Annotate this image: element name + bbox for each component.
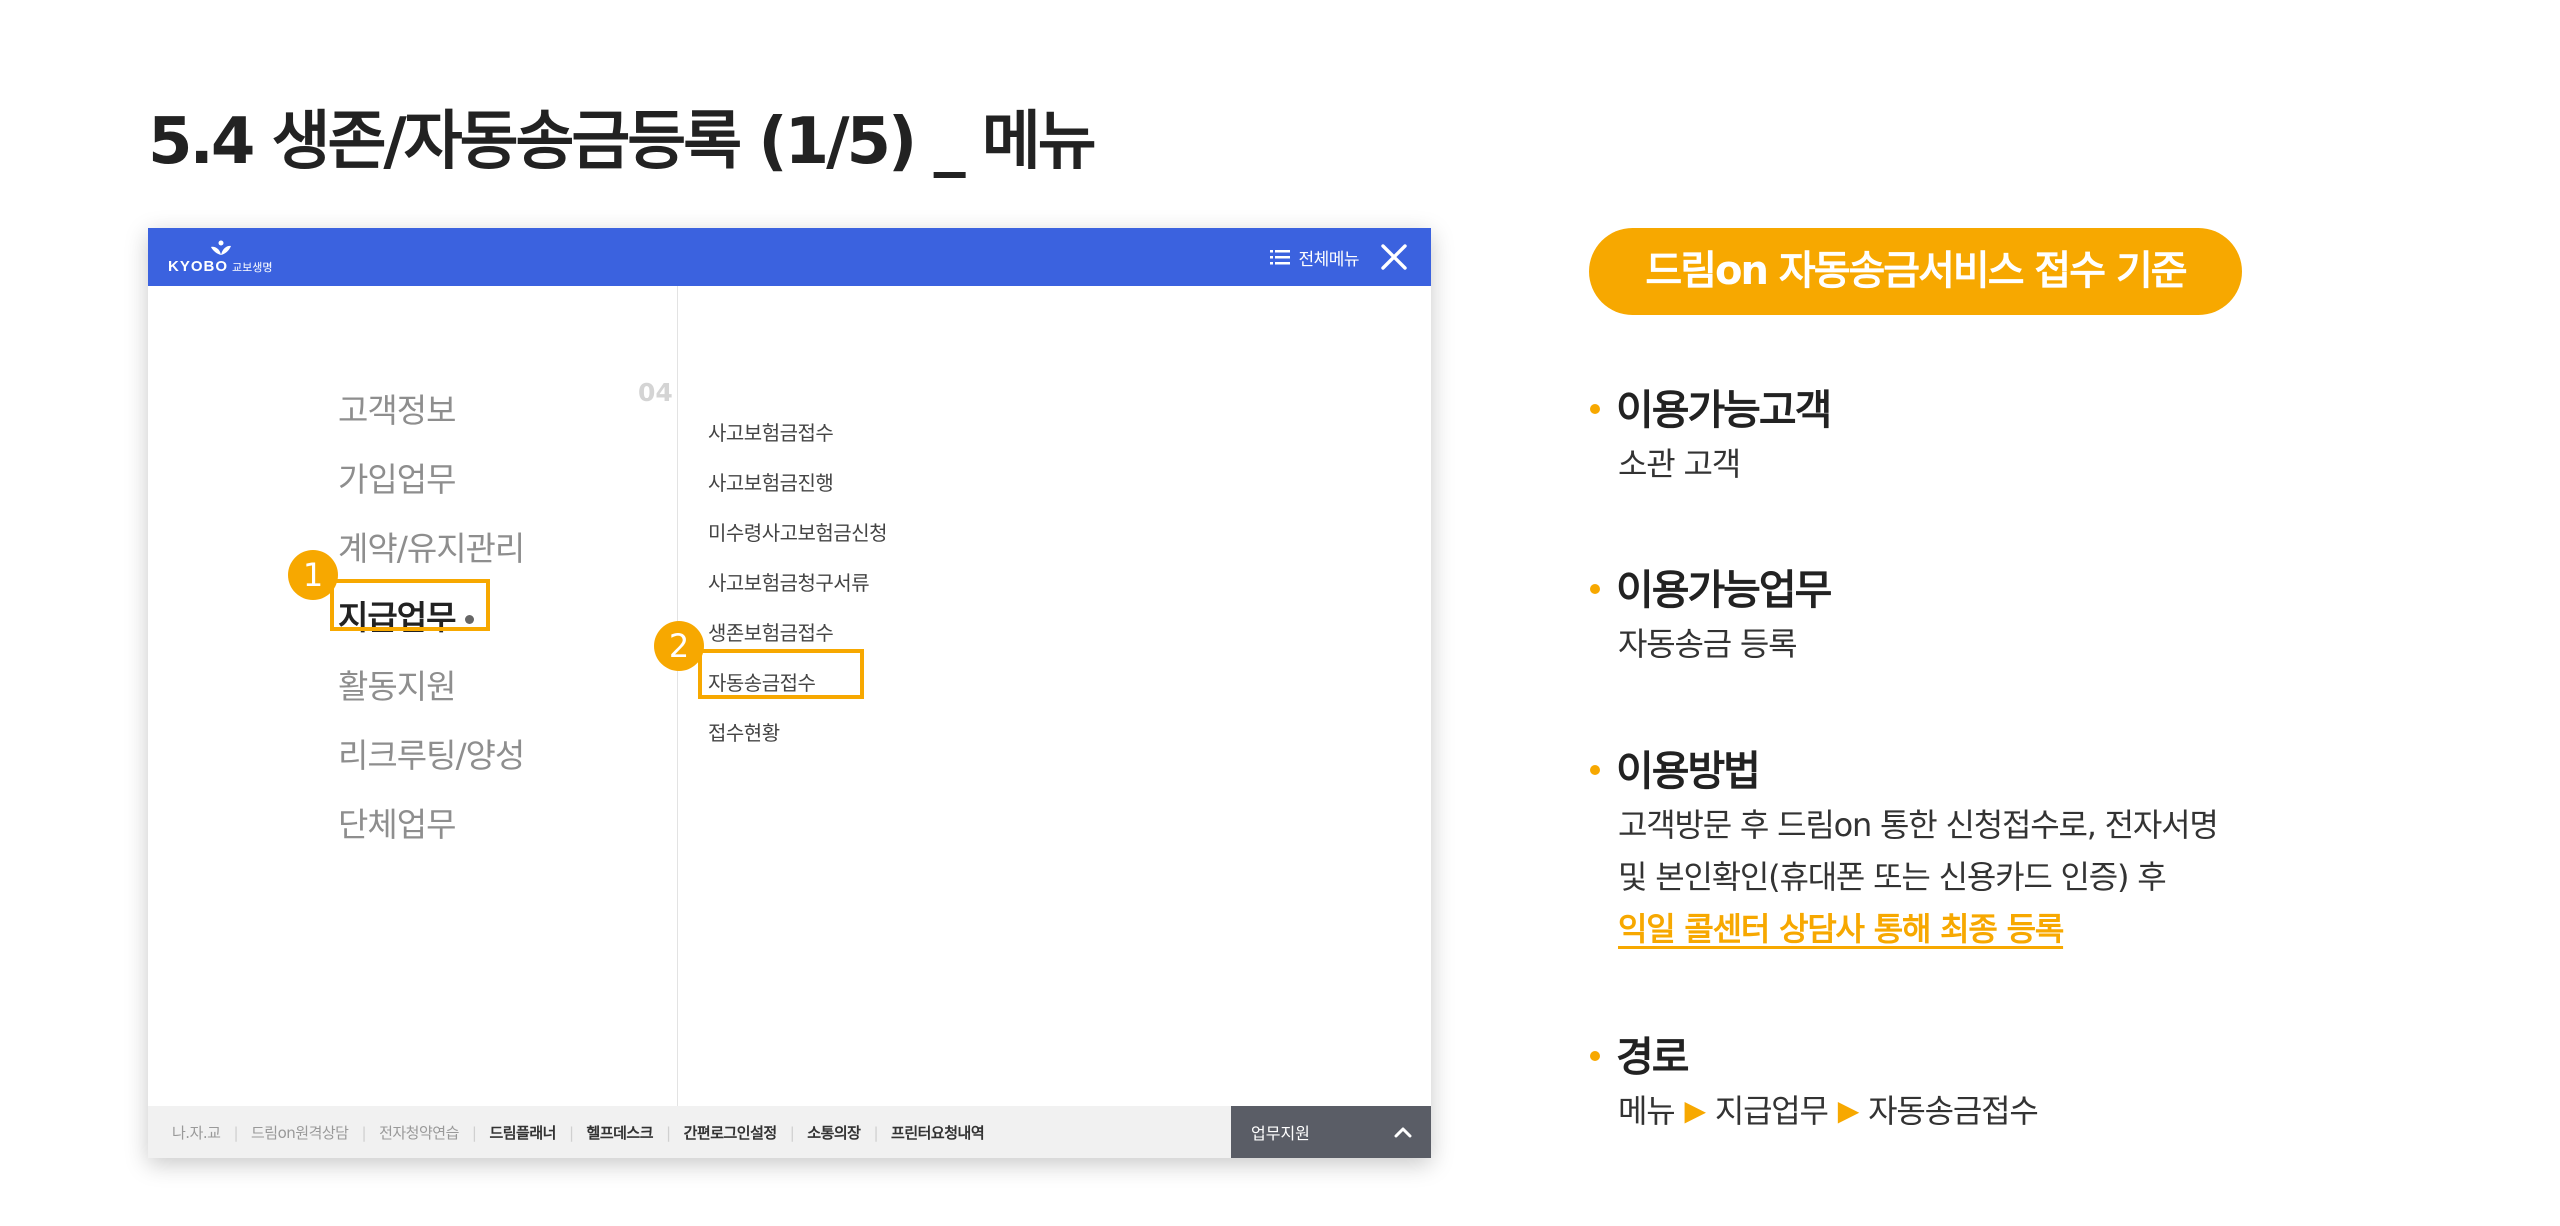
path-arrow-icon: ▶	[1684, 1094, 1706, 1127]
sub-menu-item[interactable]: 사고보험금진행	[708, 458, 887, 508]
info-text: 소관 고객	[1618, 445, 1741, 483]
footer-link[interactable]: 나.자.교	[172, 1122, 221, 1143]
footer-link[interactable]: 소통의장	[777, 1122, 861, 1143]
chevron-up-icon	[1394, 1127, 1412, 1138]
info-title: 이용방법	[1590, 743, 2218, 799]
bullet-icon	[1590, 1051, 1600, 1061]
main-menu: 고객정보 가입업무 계약/유지관리 지급업무 활동지원 리크루팅/양성 단체업무	[338, 376, 525, 859]
main-menu-item-group[interactable]: 단체업무	[338, 790, 524, 859]
slide-title: 5.4 생존/자동송금등록 (1/5) _ 메뉴	[148, 105, 1097, 179]
sub-menu-item[interactable]: 생존보험금접수	[708, 608, 887, 658]
list-icon	[1270, 250, 1291, 265]
app-header: KYOBO 교보생명 전체메뉴	[148, 228, 1431, 286]
logo-leaf-icon	[211, 240, 231, 255]
step-badge-2: 2	[654, 621, 704, 671]
info-block-task: 이용가능업무 자동송금 등록	[1590, 562, 1832, 670]
main-menu-item-payment-label: 지급업무	[338, 598, 456, 637]
sub-menu: 사고보험금접수 사고보험금진행 미수령사고보험금신청 사고보험금청구서류 생존보…	[708, 408, 888, 758]
logo-sub-text: 교보생명	[232, 262, 273, 274]
kyobo-logo[interactable]: KYOBO 교보생명	[168, 240, 298, 278]
app-window: KYOBO 교보생명 전체메뉴 04 고객정보 가입업무 계약/유지관리 지급업무…	[148, 228, 1431, 1158]
footer-link[interactable]: 헬프데스크	[556, 1122, 654, 1143]
info-block-path: 경로 메뉴 ▶ 지급업무 ▶ 자동송금접수	[1590, 1029, 2039, 1137]
footer-links: 나.자.교 드림on원격상담 전자청약연습 드림플래너 헬프데스크 간편로그인설…	[172, 1106, 985, 1158]
bullet-icon	[1590, 584, 1600, 594]
work-support-label: 업무지원	[1251, 1124, 1310, 1143]
step-badge-1: 1	[288, 550, 338, 600]
sub-menu-item[interactable]: 미수령사고보험금신청	[708, 508, 888, 558]
info-title: 이용가능고객	[1590, 382, 1832, 438]
footer-link[interactable]: 간편로그인설정	[653, 1122, 778, 1143]
menu-divider	[677, 286, 678, 1106]
criteria-title-badge: 드림on 자동송금서비스 접수 기준	[1589, 228, 2242, 315]
info-block-customer: 이용가능고객 소관 고객	[1590, 382, 1832, 490]
info-title: 경로	[1590, 1029, 2038, 1085]
bullet-icon	[1590, 404, 1600, 414]
main-menu-item-contract[interactable]: 계약/유지관리	[338, 514, 525, 583]
all-menu-label: 전체메뉴	[1298, 249, 1359, 270]
final-registration-link[interactable]: 익일 콜센터 상담사 통해 최종 등록	[1618, 903, 2218, 955]
path-step: 자동송금접수	[1868, 1092, 2039, 1130]
sub-menu-item[interactable]: 사고보험금접수	[708, 408, 887, 458]
active-dot-icon	[465, 615, 475, 624]
info-block-method: 이용방법 고객방문 후 드림on 통한 신청접수로, 전자서명 및 본인확인(휴…	[1590, 743, 2219, 955]
main-menu-item-subscription[interactable]: 가입업무	[338, 445, 524, 514]
menu-path: 메뉴 ▶ 지급업무 ▶ 자동송금접수	[1618, 1085, 2039, 1137]
path-arrow-icon: ▶	[1837, 1094, 1860, 1127]
app-footer: 나.자.교 드림on원격상담 전자청약연습 드림플래너 헬프데스크 간편로그인설…	[148, 1106, 1431, 1158]
footer-link[interactable]: 프린터요청내역	[860, 1122, 985, 1143]
sub-menu-item-auto-transfer[interactable]: 자동송금접수	[708, 658, 887, 708]
close-icon[interactable]	[1379, 242, 1409, 272]
path-step: 지급업무	[1714, 1092, 1829, 1130]
path-step: 메뉴	[1618, 1092, 1676, 1130]
main-menu-item-customer-info[interactable]: 고객정보	[338, 376, 524, 445]
work-support-button[interactable]: 업무지원	[1231, 1106, 1431, 1158]
info-text: 자동송금 등록	[1618, 625, 1798, 663]
logo-text: KYOBO 교보생명	[168, 258, 273, 275]
main-menu-item-activity[interactable]: 활동지원	[338, 652, 524, 721]
section-number: 04	[638, 378, 673, 407]
main-menu-item-recruiting[interactable]: 리크루팅/양성	[338, 721, 525, 790]
info-title: 이용가능업무	[1590, 562, 1832, 618]
footer-link[interactable]: 드림on원격상담	[220, 1122, 349, 1143]
sub-menu-item[interactable]: 사고보험금청구서류	[708, 558, 887, 608]
info-text: 고객방문 후 드림on 통한 신청접수로, 전자서명	[1618, 806, 2219, 844]
footer-link[interactable]: 전자청약연습	[349, 1122, 459, 1143]
all-menu-button[interactable]: 전체메뉴	[1270, 244, 1359, 270]
info-text: 및 본인확인(휴대폰 또는 신용카드 인증) 후	[1618, 858, 2167, 896]
footer-link[interactable]: 드림플래너	[459, 1122, 556, 1143]
sub-menu-item[interactable]: 접수현황	[708, 708, 887, 758]
main-menu-item-payment[interactable]: 지급업무	[338, 583, 524, 652]
bullet-icon	[1590, 765, 1600, 775]
